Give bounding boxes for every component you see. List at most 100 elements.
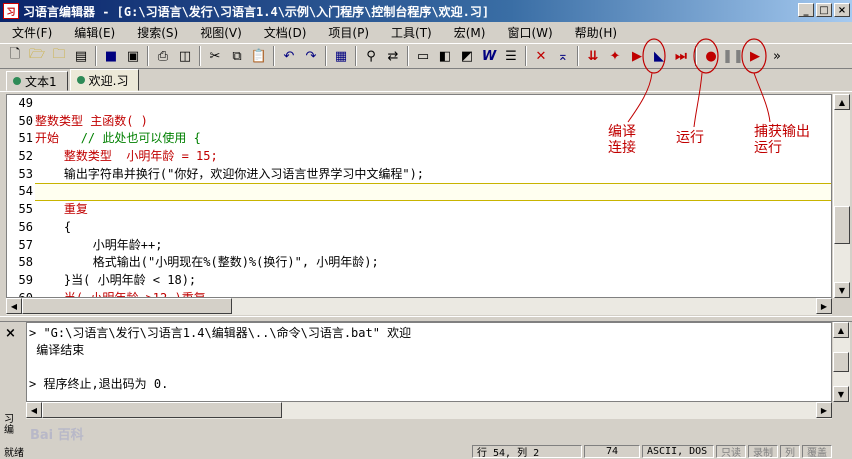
status-record: 录制	[748, 444, 778, 459]
run-step-icon[interactable]: ◣	[648, 45, 670, 67]
scroll-up-icon[interactable]: ▲	[833, 322, 849, 338]
word-wrap-icon[interactable]: W	[478, 45, 500, 67]
scroll-down-icon[interactable]: ▼	[833, 386, 849, 402]
list-icon[interactable]: ☰	[500, 45, 522, 67]
maximize-button[interactable]: □	[816, 3, 832, 17]
menu-file[interactable]: 文件(F)	[0, 24, 62, 41]
run-icon[interactable]: ▶	[626, 45, 648, 67]
scroll-thumb[interactable]	[834, 206, 850, 244]
annotation-run: 运行	[676, 130, 704, 146]
editor-horizontal-scrollbar[interactable]: ◀ ▶	[6, 298, 832, 315]
open-folder-icon[interactable]: 🗁	[26, 45, 48, 67]
line-number: 55	[18, 202, 33, 217]
clear-icon[interactable]: ⌅	[552, 45, 574, 67]
code-line[interactable]: 整数类型 主函数( )	[35, 113, 831, 131]
code-text: 整数类型 小明年龄 = 15;	[35, 149, 218, 164]
scroll-down-icon[interactable]: ▼	[834, 282, 850, 298]
more-icon[interactable]: »	[766, 45, 788, 67]
code-text: }当( 小明年龄 < 18);	[35, 272, 197, 287]
cut-icon[interactable]: ✂	[204, 45, 226, 67]
line-number: 59	[18, 272, 33, 287]
window-icon[interactable]: ▭	[412, 45, 434, 67]
paste-icon[interactable]: 📋	[248, 45, 270, 67]
close-button[interactable]: ×	[834, 3, 850, 17]
code-text: 当( 小明年龄 >12 )重复	[35, 290, 206, 298]
code-line[interactable]: 开始 // 此处也可以使用 {	[35, 130, 831, 148]
code-line[interactable]: 整数类型 小明年龄 = 15;	[35, 148, 831, 166]
code-editor[interactable]: 49505152535455565758596061 整数类型 主函数( )开始…	[6, 94, 832, 298]
build-icon[interactable]: ✦	[604, 45, 626, 67]
code-line[interactable]: 当( 小明年龄 >12 )重复	[35, 290, 831, 298]
minimize-button[interactable]: _	[798, 3, 814, 17]
document-tabs: 文本1 欢迎.习	[0, 69, 852, 92]
code-line[interactable]: 格式输出("小明现在%(整数)%(换行)", 小明年龄);	[35, 254, 831, 272]
code-line[interactable]: 输出字符串并换行("你好，欢迎你进入习语言世界学习中文编程");	[35, 166, 831, 184]
code-line[interactable]: }当( 小明年龄 < 18);	[35, 272, 831, 290]
save-icon[interactable]: ■	[100, 45, 122, 67]
code-text: 整数类型 主函数( )	[35, 113, 148, 128]
line-number: 57	[18, 237, 33, 252]
code-line[interactable]: {	[35, 219, 831, 237]
app-icon: 习	[3, 3, 19, 19]
save-all-icon[interactable]: ▤	[70, 45, 92, 67]
menu-help[interactable]: 帮助(H)	[563, 24, 627, 41]
scroll-right-icon[interactable]: ▶	[816, 298, 832, 314]
find-icon[interactable]: ⚲	[360, 45, 382, 67]
play-icon[interactable]: ▶	[744, 45, 766, 67]
print-icon[interactable]: ⎙	[152, 45, 174, 67]
scroll-right-icon[interactable]: ▶	[816, 402, 832, 418]
output-horizontal-scrollbar[interactable]: ◀ ▶	[26, 402, 832, 419]
calculator-icon[interactable]: ▦	[330, 45, 352, 67]
print-preview-icon[interactable]: ◫	[174, 45, 196, 67]
open-project-icon[interactable]: 🗀	[48, 45, 70, 67]
menu-document[interactable]: 文档(D)	[252, 24, 317, 41]
tab-welcome[interactable]: 欢迎.习	[69, 69, 140, 91]
menu-macro[interactable]: 宏(M)	[442, 24, 496, 41]
editor-window: 习 习语言编辑器 - [G:\习语言\发行\习语言1.4\示例\入门程序\控制台…	[0, 0, 852, 459]
code-area[interactable]: 整数类型 主函数( ) 开始 // 此处也可以使用 { 整数类型 小明年龄 = 1…	[35, 95, 831, 298]
output-line: > "G:\习语言\发行\习语言1.4\编辑器\..\命令\习语言.bat" 欢…	[29, 326, 412, 340]
save-as-icon[interactable]: ▣	[122, 45, 144, 67]
menu-project[interactable]: 项目(P)	[316, 24, 379, 41]
record-icon[interactable]: ●	[700, 45, 722, 67]
output-vertical-scrollbar[interactable]: ▲ ▼	[833, 322, 850, 402]
output-panel[interactable]: > "G:\习语言\发行\习语言1.4\编辑器\..\命令\习语言.bat" 欢…	[26, 322, 832, 402]
menu-tools[interactable]: 工具(T)	[379, 24, 442, 41]
scroll-thumb[interactable]	[22, 298, 232, 314]
replace-icon[interactable]: ⇄	[382, 45, 404, 67]
code-text: {	[35, 219, 72, 234]
new-file-icon[interactable]: 🗋	[4, 45, 26, 67]
code-line[interactable]: 重复	[35, 201, 831, 219]
menu-window[interactable]: 窗口(W)	[495, 24, 562, 41]
tile-icon[interactable]: ◧	[434, 45, 456, 67]
pause-icon[interactable]: ❚❚	[722, 45, 744, 67]
menu-view[interactable]: 视图(V)	[188, 24, 252, 41]
stop-icon[interactable]: ✕	[530, 45, 552, 67]
capture-output-run-icon[interactable]: ⏭	[670, 45, 692, 67]
scroll-left-icon[interactable]: ◀	[6, 298, 22, 314]
image-icon[interactable]: ◩	[456, 45, 478, 67]
scroll-left-icon[interactable]: ◀	[26, 402, 42, 418]
tab-text1[interactable]: 文本1	[6, 71, 68, 91]
copy-icon[interactable]: ⧉	[226, 45, 248, 67]
window-title: 习语言编辑器 - [G:\习语言\发行\习语言1.4\示例\入门程序\控制台程序…	[23, 4, 490, 19]
scroll-thumb[interactable]	[833, 352, 849, 372]
code-text: 开始	[35, 131, 81, 146]
annotation-capture-run: 捕获输出 运行	[754, 124, 810, 156]
undo-icon[interactable]: ↶	[278, 45, 300, 67]
output-panel-label: 习编	[4, 414, 14, 436]
output-close-icon[interactable]: ×	[5, 326, 16, 341]
code-line[interactable]: 小明年龄++;	[35, 237, 831, 255]
compile-link-icon[interactable]: ⇊	[582, 45, 604, 67]
menu-edit[interactable]: 编辑(E)	[62, 24, 125, 41]
editor-vertical-scrollbar[interactable]: ▲ ▼	[833, 94, 850, 298]
scroll-thumb[interactable]	[42, 402, 282, 418]
code-line[interactable]	[35, 183, 831, 202]
code-line[interactable]	[35, 95, 831, 113]
menu-search[interactable]: 搜索(S)	[125, 24, 188, 41]
title-bar[interactable]: 习 习语言编辑器 - [G:\习语言\发行\习语言1.4\示例\入门程序\控制台…	[0, 0, 852, 22]
line-number: 49	[18, 96, 33, 110]
scroll-up-icon[interactable]: ▲	[834, 94, 850, 110]
redo-icon[interactable]: ↷	[300, 45, 322, 67]
